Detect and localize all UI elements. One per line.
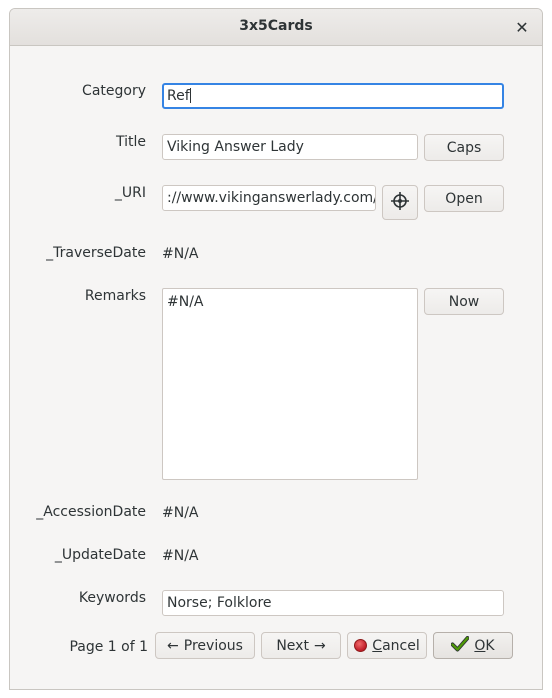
ok-button-label: OK	[474, 637, 495, 654]
category-label: Category	[82, 83, 146, 99]
next-button[interactable]: Next →	[261, 632, 341, 659]
cancel-icon	[354, 639, 368, 652]
keywords-label: Keywords	[78, 590, 146, 606]
traverse-date-value: #N/A	[162, 246, 199, 262]
keywords-field[interactable]: Norse; Folklore	[162, 590, 504, 616]
title-value: Viking Answer Lady	[167, 139, 304, 155]
traverse-date-label: _TraverseDate	[46, 245, 146, 261]
accession-date-value: #N/A	[162, 505, 199, 521]
remarks-label: Remarks	[84, 288, 146, 304]
title-label: Title	[115, 134, 146, 150]
crosshair-icon	[390, 191, 410, 215]
close-button[interactable]: ✕	[512, 17, 532, 37]
open-button[interactable]: Open	[424, 185, 504, 212]
previous-button-label: Previous	[183, 637, 243, 654]
checkmark-icon	[450, 635, 470, 656]
update-date-label: _UpdateDate	[54, 547, 146, 563]
caps-button[interactable]: Caps	[424, 134, 504, 161]
cancel-button-label: Cancel	[372, 637, 420, 654]
caps-button-label: Caps	[446, 139, 482, 156]
keywords-value: Norse; Folklore	[167, 595, 272, 611]
left-arrow-icon: ←	[167, 637, 179, 654]
uri-label: _URI	[114, 185, 146, 201]
previous-button[interactable]: ← Previous	[155, 632, 255, 659]
now-button[interactable]: Now	[424, 288, 504, 315]
uri-field[interactable]: ://www.vikinganswerlady.com/	[162, 185, 376, 211]
accession-date-label: _AccessionDate	[36, 504, 146, 520]
window-title: 3x5Cards	[239, 18, 313, 34]
cancel-button[interactable]: Cancel	[347, 632, 427, 659]
open-button-label: Open	[445, 190, 483, 207]
text-caret	[189, 88, 191, 103]
category-field[interactable]: Ref	[162, 83, 504, 109]
remarks-value: #N/A	[167, 294, 204, 310]
now-button-label: Now	[448, 293, 480, 310]
right-arrow-icon: →	[313, 637, 326, 654]
title-field[interactable]: Viking Answer Lady	[162, 134, 418, 160]
page-info: Page 1 of 1	[69, 639, 148, 655]
title-bar: 3x5Cards ✕	[10, 9, 542, 46]
ok-button[interactable]: OK	[433, 632, 513, 659]
next-button-label: Next	[276, 637, 309, 654]
close-icon: ✕	[515, 17, 529, 37]
pick-target-button[interactable]	[382, 185, 418, 220]
category-value: Ref	[167, 88, 190, 104]
remarks-textarea[interactable]: #N/A	[162, 288, 418, 480]
uri-value: ://www.vikinganswerlady.com/	[167, 190, 376, 206]
update-date-value: #N/A	[162, 548, 199, 564]
